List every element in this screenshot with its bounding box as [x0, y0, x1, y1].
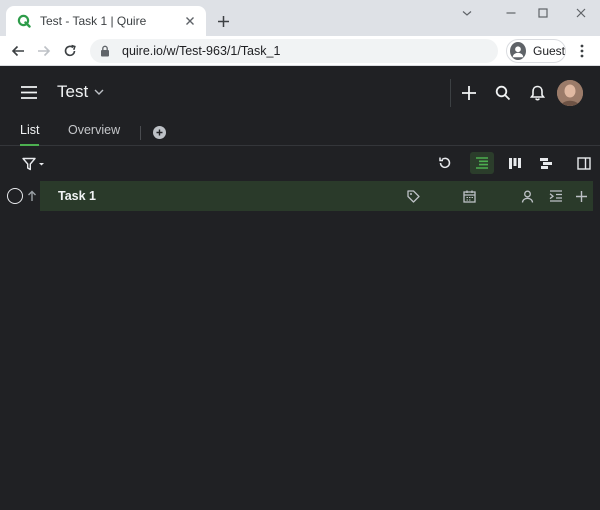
tab-list[interactable]: List: [20, 123, 40, 146]
chevron-down-icon: [94, 87, 104, 97]
maximize-icon[interactable]: [528, 4, 558, 22]
table-row[interactable]: Task 1: [0, 180, 600, 212]
close-window-icon[interactable]: [566, 4, 596, 22]
address-bar[interactable]: quire.io/w/Test-963/1/Task_1: [90, 39, 498, 63]
tab-overview[interactable]: Overview: [68, 123, 120, 146]
forward-arrow-icon[interactable]: [33, 40, 55, 62]
header-divider: [450, 79, 451, 107]
profile-button[interactable]: Guest: [506, 39, 566, 63]
view-tabs: List Overview: [0, 120, 600, 146]
indent-icon[interactable]: [548, 189, 564, 203]
browser-tab-title: Test - Task 1 | Quire: [40, 14, 147, 28]
app-header: Test: [0, 66, 600, 120]
back-arrow-icon[interactable]: [7, 40, 29, 62]
url-text: quire.io/w/Test-963/1/Task_1: [122, 44, 281, 58]
add-view-icon[interactable]: [153, 126, 166, 139]
side-panel-icon[interactable]: [572, 152, 596, 174]
filter-icon[interactable]: [22, 156, 48, 172]
quire-app: Test List Overview Task 1: [0, 66, 600, 510]
bell-icon[interactable]: [526, 82, 548, 104]
profile-icon: [510, 42, 526, 60]
kebab-menu-icon[interactable]: [574, 41, 590, 61]
list-toolbar: [0, 147, 600, 179]
calendar-icon[interactable]: [461, 189, 477, 203]
undo-icon[interactable]: [433, 152, 457, 174]
project-title: Test: [57, 82, 89, 101]
task-checkbox[interactable]: [7, 188, 23, 204]
search-icon[interactable]: [492, 82, 514, 104]
board-view-icon[interactable]: [503, 152, 527, 174]
quire-favicon-icon: [16, 13, 32, 29]
person-icon[interactable]: [519, 189, 535, 203]
browser-tab-strip: Test - Task 1 | Quire: [0, 0, 600, 36]
tabs-divider: [140, 126, 141, 140]
tag-icon[interactable]: [405, 189, 421, 203]
reload-icon[interactable]: [59, 40, 81, 62]
minimize-icon[interactable]: [452, 4, 482, 22]
hamburger-icon[interactable]: [18, 82, 40, 102]
profile-label: Guest: [532, 44, 565, 58]
task-title[interactable]: Task 1: [58, 189, 96, 203]
plus-icon[interactable]: [458, 82, 480, 104]
browser-tab[interactable]: Test - Task 1 | Quire: [6, 6, 206, 36]
new-tab-plus-icon[interactable]: [214, 12, 232, 30]
timeline-view-icon[interactable]: [534, 152, 558, 174]
close-icon[interactable]: [182, 13, 198, 29]
browser-toolbar: quire.io/w/Test-963/1/Task_1 Guest: [0, 36, 600, 66]
lock-icon: [100, 45, 110, 57]
minimize-window-icon[interactable]: [496, 4, 526, 22]
avatar[interactable]: [557, 80, 583, 106]
add-subtask-icon[interactable]: [573, 189, 589, 203]
priority-arrow-up-icon[interactable]: [26, 188, 38, 204]
task-highlight: [40, 181, 593, 211]
project-title-button[interactable]: Test: [57, 80, 104, 104]
list-view-icon[interactable]: [470, 152, 494, 174]
